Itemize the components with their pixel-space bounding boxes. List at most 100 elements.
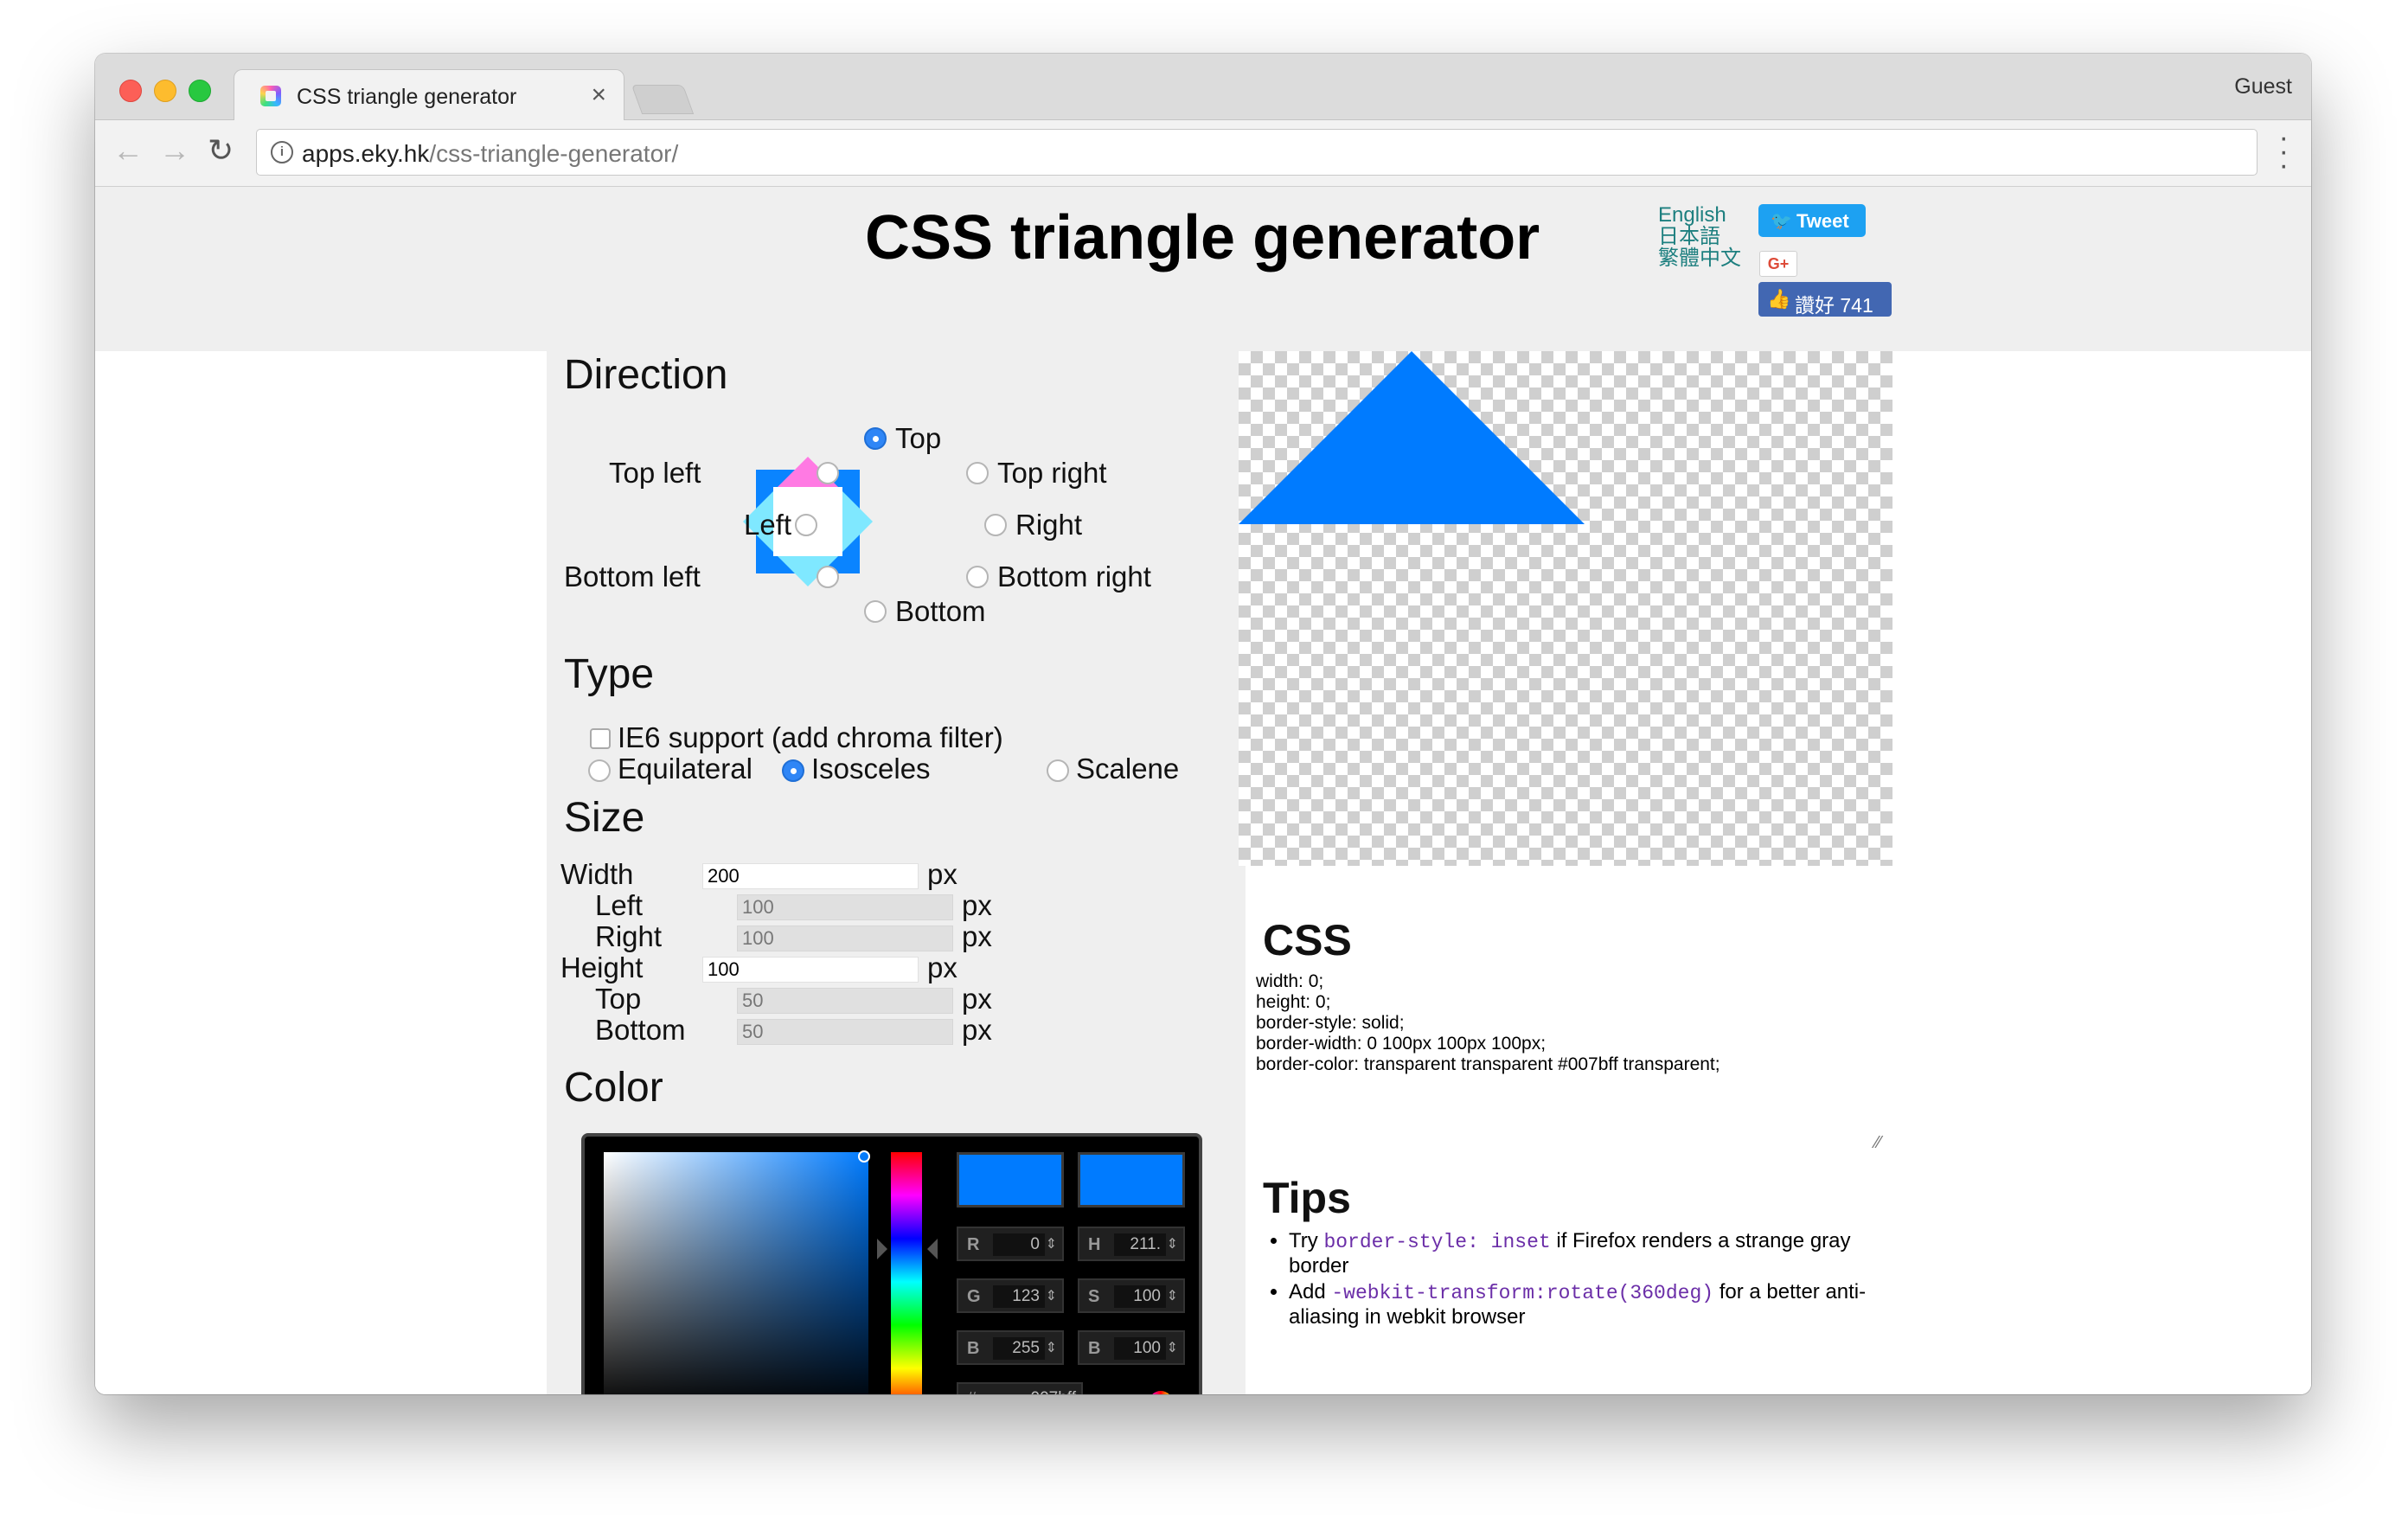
- css-line: width: 0;: [1256, 971, 1324, 991]
- direction-right-radio[interactable]: [984, 514, 1007, 536]
- css-heading: CSS: [1263, 916, 1352, 964]
- direction-bottom-right-label: Bottom right: [997, 561, 1151, 593]
- tip-item: Try border-style: inset if Firefox rende…: [1289, 1229, 1886, 1278]
- red-field[interactable]: R 0 ⇕: [957, 1227, 1064, 1261]
- tweet-button[interactable]: 🐦 Tweet: [1758, 204, 1866, 237]
- url-host: apps.eky.hk: [302, 140, 430, 167]
- close-window-button[interactable]: [119, 80, 142, 102]
- hue-slider-right-handle[interactable]: [927, 1239, 938, 1259]
- blue-key: B: [967, 1339, 980, 1358]
- blue-value[interactable]: 255: [993, 1337, 1045, 1360]
- spinner-icon[interactable]: ⇕: [1046, 1339, 1057, 1356]
- hue-value[interactable]: 211.: [1114, 1233, 1166, 1256]
- spinner-icon[interactable]: ⇕: [1167, 1339, 1178, 1356]
- address-bar[interactable]: i apps.eky.hk/css-triangle-generator/: [256, 129, 2258, 176]
- forward-arrow-icon[interactable]: →: [159, 132, 190, 169]
- tab-close-icon[interactable]: ×: [591, 80, 606, 110]
- lang-link-english[interactable]: English: [1658, 204, 1741, 226]
- brightness-field[interactable]: B 100 ⇕: [1078, 1330, 1185, 1365]
- color-wheel-icon[interactable]: [1149, 1391, 1173, 1394]
- reload-icon[interactable]: ↻: [208, 132, 234, 169]
- top-label: Top: [595, 983, 642, 1015]
- green-field[interactable]: G 123 ⇕: [957, 1278, 1064, 1313]
- bottom-unit: px: [962, 1014, 992, 1046]
- direction-left-label: Left: [744, 509, 792, 541]
- hex-value[interactable]: 007bff: [989, 1389, 1076, 1394]
- tab-css-triangle-generator[interactable]: CSS triangle generator ×: [234, 69, 624, 121]
- red-value[interactable]: 0: [993, 1233, 1045, 1256]
- direction-bottom-left-radio[interactable]: [817, 566, 839, 588]
- spinner-icon[interactable]: ⇕: [1046, 1287, 1057, 1304]
- type-isosceles-radio[interactable]: [782, 759, 804, 782]
- page-content: CSS triangle generator English 日本語 繁體中文 …: [95, 187, 2311, 1394]
- browser-window: CSS triangle generator × Guest ← → ↻ i a…: [95, 54, 2311, 1394]
- direction-top-right-radio[interactable]: [966, 462, 989, 484]
- lang-link-japanese[interactable]: 日本語: [1658, 226, 1741, 247]
- saturation-value-area[interactable]: [604, 1150, 870, 1394]
- css-output-textarea[interactable]: width: 0; height: 0; border-style: solid…: [1256, 971, 1896, 1144]
- site-info-icon[interactable]: i: [271, 141, 293, 163]
- right-unit: px: [962, 920, 992, 952]
- type-scalene-radio[interactable]: [1047, 759, 1069, 782]
- hue-field[interactable]: H 211. ⇕: [1078, 1227, 1185, 1261]
- lang-link-traditional-chinese[interactable]: 繁體中文: [1658, 247, 1741, 269]
- saturation-key: S: [1088, 1287, 1100, 1306]
- green-value[interactable]: 123: [993, 1285, 1045, 1308]
- css-line: border-color: transparent transparent #0…: [1256, 1054, 1720, 1074]
- current-color-swatch[interactable]: [1078, 1152, 1185, 1208]
- url-text: apps.eky.hk/css-triangle-generator/: [302, 140, 678, 168]
- saturation-field[interactable]: S 100 ⇕: [1078, 1278, 1185, 1313]
- css-line: border-width: 0 100px 100px 100px;: [1256, 1034, 1547, 1054]
- ie6-support-checkbox[interactable]: [590, 728, 611, 749]
- spinner-icon[interactable]: ⇕: [1167, 1287, 1178, 1304]
- browser-menu-icon[interactable]: · · ·: [2279, 123, 2289, 180]
- height-input[interactable]: [702, 957, 919, 983]
- hue-slider[interactable]: [891, 1152, 922, 1394]
- tab-title: CSS triangle generator: [297, 85, 517, 109]
- profile-guest-label[interactable]: Guest: [2234, 74, 2292, 99]
- blue-field[interactable]: B 255 ⇕: [957, 1330, 1064, 1365]
- width-unit: px: [927, 858, 957, 890]
- zoom-window-button[interactable]: [189, 80, 211, 102]
- facebook-like-button[interactable]: 👍 讚好 741: [1758, 282, 1892, 317]
- saturation-value[interactable]: 100: [1114, 1285, 1166, 1308]
- new-tab-button[interactable]: [631, 85, 695, 114]
- width-input[interactable]: [702, 863, 919, 889]
- textarea-resize-handle[interactable]: ⁄⁄: [1875, 1133, 1881, 1153]
- tip2-prefix: Add: [1289, 1280, 1332, 1304]
- spinner-icon[interactable]: ⇕: [1046, 1235, 1057, 1252]
- green-key: G: [967, 1287, 981, 1306]
- minimize-window-button[interactable]: [154, 80, 176, 102]
- language-links: English 日本語 繁體中文: [1658, 204, 1741, 269]
- type-equilateral-radio[interactable]: [588, 759, 611, 782]
- spinner-icon[interactable]: ⇕: [1167, 1235, 1178, 1252]
- left-input: [737, 894, 953, 920]
- page-header: CSS triangle generator English 日本語 繁體中文 …: [95, 187, 2311, 351]
- color-heading: Color: [564, 1065, 663, 1111]
- size-heading: Size: [564, 795, 645, 841]
- bottom-input: [737, 1019, 953, 1045]
- tweet-label: Tweet: [1796, 210, 1849, 232]
- tip-item: Add -webkit-transform:rotate(360deg) for…: [1289, 1280, 1886, 1329]
- thumbs-up-icon: 👍: [1767, 288, 1791, 310]
- back-arrow-icon[interactable]: ←: [112, 132, 144, 169]
- google-plus-button[interactable]: G+: [1759, 251, 1797, 277]
- options-panel: Direction Top Top left Top right Left Ri…: [547, 351, 1246, 1394]
- triangle-preview: [1239, 351, 1892, 866]
- hue-slider-left-handle[interactable]: [877, 1239, 887, 1259]
- direction-top-left-radio[interactable]: [817, 462, 839, 484]
- tab-strip: CSS triangle generator × Guest: [95, 54, 2311, 121]
- brightness-value[interactable]: 100: [1114, 1337, 1166, 1360]
- brightness-key: B: [1088, 1339, 1101, 1358]
- direction-top-label: Top: [895, 422, 942, 454]
- color-cursor[interactable]: [858, 1150, 870, 1163]
- hex-field[interactable]: # 007bff: [957, 1382, 1083, 1394]
- direction-top-radio[interactable]: [864, 427, 887, 450]
- direction-left-radio[interactable]: [795, 514, 817, 536]
- direction-bottom-right-radio[interactable]: [966, 566, 989, 588]
- type-isosceles-label: Isosceles: [811, 753, 931, 785]
- left-unit: px: [962, 889, 992, 921]
- type-scalene-label: Scalene: [1076, 753, 1180, 785]
- site-favicon-icon: [260, 86, 281, 106]
- direction-bottom-radio[interactable]: [864, 600, 887, 623]
